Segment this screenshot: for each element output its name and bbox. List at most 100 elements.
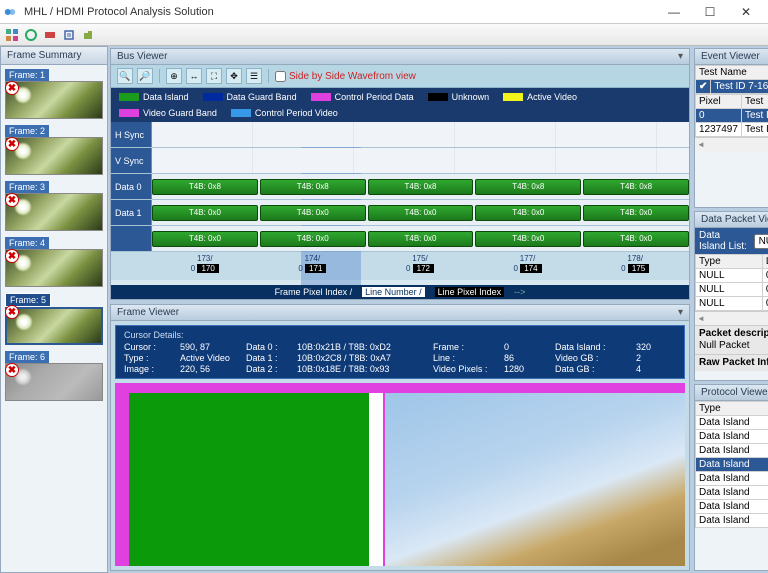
frame-viewer-title: Frame Viewer ▾ <box>111 305 689 321</box>
delete-frame-icon[interactable]: ✖ <box>5 363 19 377</box>
collapse-icon[interactable]: ▾ <box>678 307 683 318</box>
track-data1: Data 1 T4B: 0x0 T4B: 0x0 T4B: 0x0 T4B: 0… <box>111 200 689 226</box>
data-block[interactable]: T4B: 0x0 <box>368 205 474 221</box>
expand-h-icon[interactable]: ↔ <box>186 68 202 84</box>
delete-frame-icon[interactable]: ✖ <box>5 249 19 263</box>
frame-summary-title: Frame Summary <box>1 47 107 65</box>
frame-thumbnail[interactable] <box>5 81 103 119</box>
frame-thumbnail[interactable] <box>5 249 103 287</box>
table-row[interactable]: 1237497Test ID 7-16: Legal Codes <box>696 123 768 137</box>
fit-icon[interactable]: ⛶ <box>206 68 222 84</box>
toolbar-btn-4[interactable] <box>61 27 77 43</box>
ruler: 173/0 170 174/0 171 175/0 172 177/0 174 … <box>111 252 689 280</box>
table-row[interactable]: Data Island0x2CC0x29 <box>696 430 768 444</box>
track-body[interactable] <box>151 148 689 173</box>
toolbar-btn-1[interactable] <box>4 27 20 43</box>
zoom-out-icon[interactable]: 🔎 <box>137 68 153 84</box>
maximize-button[interactable]: ☐ <box>692 1 728 23</box>
data-block[interactable]: T4B: 0x0 <box>475 231 581 247</box>
scrollbar-h[interactable] <box>695 311 768 325</box>
frame-item[interactable]: ✖ Frame: 6 <box>5 351 103 401</box>
frame-thumbnail[interactable] <box>5 363 103 401</box>
frame-list[interactable]: ✖ Frame: 1 ✖ Frame: 2 ✖ Frame: 3 ✖ Frame… <box>1 65 107 572</box>
scrollbar-h[interactable] <box>695 137 768 151</box>
collapse-icon[interactable]: ▾ <box>678 51 683 62</box>
frame-label: Frame: 4 <box>5 237 49 249</box>
frame-item[interactable]: ✖ Frame: 2 <box>5 125 103 175</box>
expand-all-icon[interactable]: ✥ <box>226 68 242 84</box>
zoom-tool-icon[interactable]: ⊕ <box>166 68 182 84</box>
col-line[interactable]: Line <box>762 255 768 269</box>
data-island-select[interactable]: NULL, Audio Clock <box>754 234 768 249</box>
table-row[interactable]: Data Island0x2CC0x29 <box>696 444 768 458</box>
data-packet-viewer-panel: Data Packet Viewer▾ Data Island List: NU… <box>694 211 768 381</box>
track-body[interactable]: T4B: 0x8 T4B: 0x8 T4B: 0x8 T4B: 0x8 T4B:… <box>151 174 689 199</box>
frame-thumbnail[interactable] <box>5 193 103 231</box>
frame-item[interactable]: ✖ Frame: 5 <box>5 293 103 345</box>
raw-packet-info: Raw Packet Information: <box>695 354 768 371</box>
frame-viewer-panel: Frame Viewer ▾ Cursor Details: Cursor :5… <box>110 304 690 571</box>
track-label: Data 1 <box>111 200 151 225</box>
data-block[interactable]: T4B: 0x0 <box>475 205 581 221</box>
data-block[interactable]: T4B: 0x0 <box>152 205 258 221</box>
data-block[interactable]: T4B: 0x0 <box>152 231 258 247</box>
data-block[interactable]: T4B: 0x8 <box>368 179 474 195</box>
data-block[interactable]: T4B: 0x0 <box>260 231 366 247</box>
delete-frame-icon[interactable]: ✖ <box>5 81 19 95</box>
table-row[interactable]: NULL0335 <box>696 297 768 311</box>
data-block[interactable]: T4B: 0x0 <box>583 205 689 221</box>
table-row[interactable]: 0Test ID 7-16: Legal Codes <box>696 109 768 123</box>
data-block[interactable]: T4B: 0x8 <box>583 179 689 195</box>
track-hsync: H Sync <box>111 122 689 148</box>
data-block[interactable]: T4B: 0x0 <box>583 231 689 247</box>
frame-render[interactable] <box>115 383 685 566</box>
frame-label: Frame: 6 <box>5 351 49 363</box>
delete-frame-icon[interactable]: ✖ <box>5 305 19 319</box>
delete-frame-icon[interactable]: ✖ <box>5 193 19 207</box>
table-row[interactable]: Data Island0x2CC0x29 <box>696 486 768 500</box>
col-test-name[interactable]: Test Name <box>696 66 768 80</box>
col-type[interactable]: Type <box>696 402 768 416</box>
frame-thumbnail[interactable] <box>5 137 103 175</box>
data-block[interactable]: T4B: 0x8 <box>260 179 366 195</box>
minimize-button[interactable]: — <box>656 1 692 23</box>
table-row[interactable]: Data Island0x2CC0x29 <box>696 472 768 486</box>
bus-tracks[interactable]: H Sync V Sync Data 0 T4B: 0x8 T4B: 0x8 T… <box>111 122 689 285</box>
track-body[interactable] <box>151 122 689 147</box>
bus-viewer-title: Bus Viewer ▾ <box>111 49 689 65</box>
track-body[interactable]: T4B: 0x0 T4B: 0x0 T4B: 0x0 T4B: 0x0 T4B:… <box>151 226 689 251</box>
data-block[interactable]: T4B: 0x8 <box>152 179 258 195</box>
col-pixel[interactable]: Pixel <box>696 95 742 109</box>
frame-thumbnail[interactable] <box>5 307 103 345</box>
toolbar-btn-5[interactable] <box>80 27 96 43</box>
side-by-side-input[interactable] <box>275 71 286 82</box>
close-button[interactable]: ✕ <box>728 1 764 23</box>
ruler-footer: Frame Pixel Index / Line Number / Line P… <box>111 285 689 299</box>
track-body[interactable]: T4B: 0x0 T4B: 0x0 T4B: 0x0 T4B: 0x0 T4B:… <box>151 200 689 225</box>
col-test[interactable]: Test <box>741 95 768 109</box>
legend-item: Control Period Video <box>231 108 338 118</box>
table-row[interactable]: Data Island0x2CC0x29 <box>696 416 768 430</box>
data-block[interactable]: T4B: 0x0 <box>368 231 474 247</box>
table-row[interactable]: Data Island0x2CC0x29 <box>696 458 768 472</box>
frame-item[interactable]: ✖ Frame: 3 <box>5 181 103 231</box>
frame-item[interactable]: ✖ Frame: 1 <box>5 69 103 119</box>
legend-item: Data Island <box>119 92 189 102</box>
toggle-icon[interactable]: ☰ <box>246 68 262 84</box>
toolbar-btn-3[interactable] <box>42 27 58 43</box>
data-block[interactable]: T4B: 0x0 <box>260 205 366 221</box>
window-title: MHL / HDMI Protocol Analysis Solution <box>24 6 656 18</box>
toolbar-btn-2[interactable] <box>23 27 39 43</box>
table-row[interactable]: Data Island0x2CC0x29 <box>696 514 768 528</box>
frame-item[interactable]: ✖ Frame: 4 <box>5 237 103 287</box>
table-row[interactable]: NULL0335 <box>696 269 768 283</box>
zoom-in-icon[interactable]: 🔍 <box>117 68 133 84</box>
col-type[interactable]: Type <box>696 255 763 269</box>
delete-frame-icon[interactable]: ✖ <box>5 137 19 151</box>
table-row[interactable]: NULL0335 <box>696 283 768 297</box>
data-block[interactable]: T4B: 0x8 <box>475 179 581 195</box>
table-row[interactable]: Data Island0x2CC0x29 <box>696 500 768 514</box>
side-by-side-checkbox[interactable]: Side by Side Wavefrom view <box>275 71 416 82</box>
test-name-value[interactable]: Test ID 7-16: Legal Cod <box>711 80 768 94</box>
data-island-list-label: Data Island List: <box>699 230 750 252</box>
